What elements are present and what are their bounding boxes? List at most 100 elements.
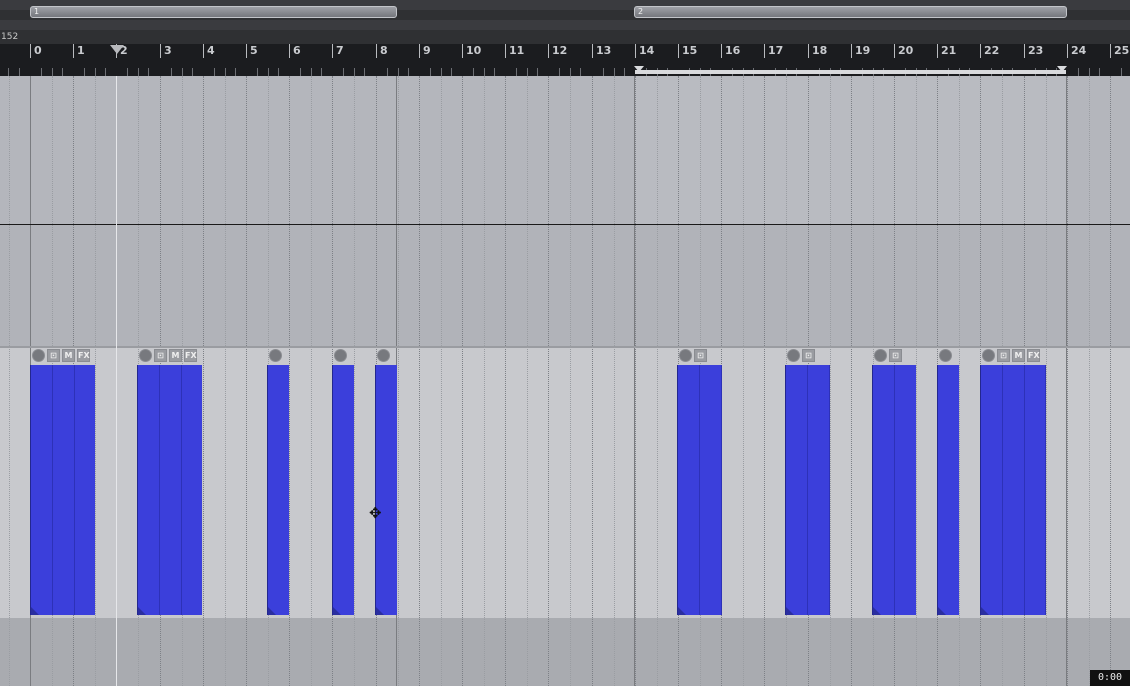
ruler-minor-tick <box>603 68 604 76</box>
loop-end-flag[interactable] <box>1057 66 1067 72</box>
audio-clip[interactable] <box>872 365 916 615</box>
audio-clip[interactable] <box>937 365 959 615</box>
track-divider <box>0 224 1130 225</box>
ruler-bar-number: 8 <box>380 44 388 57</box>
ruler-minor-tick <box>1078 68 1079 76</box>
grid-line <box>1110 76 1111 686</box>
lock-icon[interactable]: ⊡ <box>997 349 1010 362</box>
audio-clip[interactable] <box>332 365 354 615</box>
ruler-minor-tick <box>1121 68 1122 76</box>
clip-header: ⊡ M FX <box>980 349 1046 363</box>
ruler-bar-number: 5 <box>250 44 258 57</box>
clip-beat-line <box>1024 365 1025 615</box>
grid-line <box>419 76 420 686</box>
arrangement-area[interactable]: ⊡ M FX ⊡ M FX ⊡ ⊡ ⊡ ⊡ M FX ✥ <box>0 76 1130 686</box>
audio-clip[interactable] <box>677 365 722 615</box>
audio-clip[interactable] <box>267 365 289 615</box>
track-lane-2[interactable] <box>0 225 1130 347</box>
fx-button[interactable]: FX <box>184 349 197 362</box>
clock-icon[interactable] <box>874 349 887 362</box>
loop-marker-2[interactable]: 2 <box>634 6 1067 18</box>
clock-icon[interactable] <box>269 349 282 362</box>
audio-clip[interactable] <box>375 365 397 615</box>
ruler-minor-tick <box>451 68 452 76</box>
ruler-tick <box>1110 44 1111 58</box>
grid-line <box>505 76 506 686</box>
ruler-minor-tick <box>1099 68 1100 76</box>
lock-icon[interactable]: ⊡ <box>802 349 815 362</box>
lock-icon[interactable]: ⊡ <box>889 349 902 362</box>
ruler-bar-number: 6 <box>293 44 301 57</box>
ruler-bar-number: 10 <box>466 44 482 57</box>
clock-icon[interactable] <box>679 349 692 362</box>
audio-clip[interactable] <box>980 365 1046 615</box>
clip-beat-line <box>74 365 75 615</box>
ruler-tick <box>678 44 679 58</box>
clock-icon[interactable] <box>982 349 995 362</box>
ruler-tick <box>635 44 636 58</box>
fx-button[interactable]: FX <box>1027 349 1040 362</box>
lock-icon[interactable]: ⊡ <box>154 349 167 362</box>
ruler-minor-tick <box>343 68 344 76</box>
top-stripe <box>0 20 1130 30</box>
ruler-bar-number: 18 <box>812 44 828 57</box>
empty-lane[interactable] <box>0 618 1130 686</box>
audio-clip[interactable] <box>30 365 95 615</box>
mute-button[interactable]: M <box>169 349 182 362</box>
timeline-ruler[interactable]: 0 1 2 3 4 5 6 7 8 9 10 11 12 13 14 15 16 17 18 19 20 21 22 23 24… <box>0 44 1130 76</box>
ruler-tick <box>160 44 161 58</box>
grid-line <box>851 76 852 686</box>
clock-icon[interactable] <box>334 349 347 362</box>
ruler-minor-tick <box>8 68 9 76</box>
grid-half-line <box>95 76 96 686</box>
loop-marker-1[interactable]: 1 <box>30 6 397 18</box>
ruler-tick <box>30 44 31 58</box>
clock-icon[interactable] <box>32 349 45 362</box>
ruler-minor-tick <box>19 68 20 76</box>
loop-range-bar[interactable] <box>635 70 1066 74</box>
ruler-tick <box>894 44 895 58</box>
playhead-marker[interactable] <box>110 45 124 54</box>
ruler-minor-tick <box>300 68 301 76</box>
clock-icon[interactable] <box>787 349 800 362</box>
ruler-bar-number: 24 <box>1071 44 1087 57</box>
playhead-line <box>116 76 117 686</box>
clip-header <box>332 349 354 363</box>
ruler-minor-tick <box>580 68 581 76</box>
lock-icon[interactable]: ⊡ <box>694 349 707 362</box>
ruler-minor-tick <box>138 68 139 76</box>
grid-half-line <box>225 76 226 686</box>
ruler-tick <box>246 44 247 58</box>
ruler-tick <box>980 44 981 58</box>
ruler-minor-tick <box>354 68 355 76</box>
clip-beat-line <box>894 365 895 615</box>
clip-header <box>937 349 959 363</box>
ruler-minor-tick <box>192 68 193 76</box>
ruler-minor-tick <box>41 68 42 76</box>
track-divider <box>0 346 1130 348</box>
mute-button[interactable]: M <box>62 349 75 362</box>
ruler-bar-number: 17 <box>768 44 784 57</box>
fx-button[interactable]: FX <box>77 349 90 362</box>
lock-icon[interactable]: ⊡ <box>47 349 60 362</box>
ruler-minor-tick <box>570 68 571 76</box>
mute-button[interactable]: M <box>1012 349 1025 362</box>
clip-beat-line <box>159 365 160 615</box>
ruler-tick <box>203 44 204 58</box>
ruler-tick <box>764 44 765 58</box>
ruler-minor-tick <box>52 68 53 76</box>
audio-clip[interactable] <box>785 365 830 615</box>
clock-icon[interactable] <box>139 349 152 362</box>
audio-clip[interactable] <box>137 365 202 615</box>
ruler-bar-number: 9 <box>423 44 431 57</box>
ruler-tick <box>73 44 74 58</box>
ruler-minor-tick <box>559 68 560 76</box>
clock-icon[interactable] <box>939 349 952 362</box>
grid-half-line <box>959 76 960 686</box>
ruler-tick <box>548 44 549 58</box>
clock-icon[interactable] <box>377 349 390 362</box>
grid-half-line <box>9 76 10 686</box>
loop-start-flag[interactable] <box>634 66 644 72</box>
ruler-minor-tick <box>614 68 615 76</box>
ruler-minor-tick <box>171 68 172 76</box>
